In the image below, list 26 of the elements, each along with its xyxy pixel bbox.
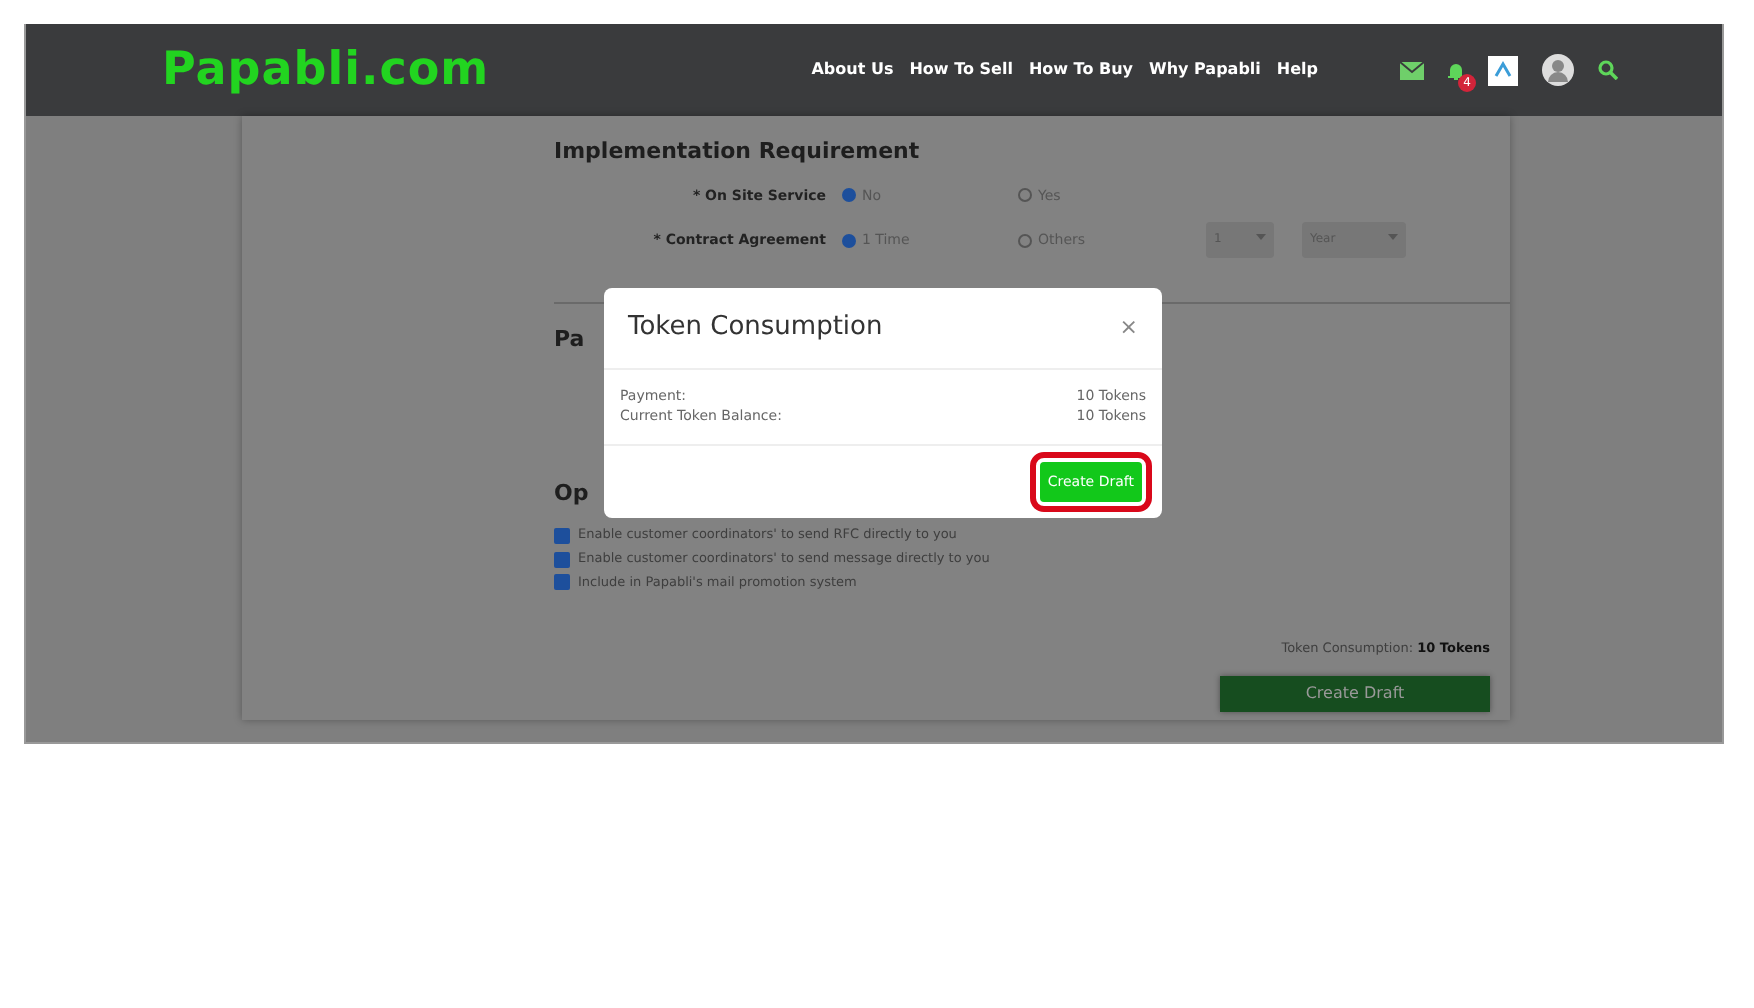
mail-icon[interactable] bbox=[1400, 61, 1424, 79]
section-title: Op bbox=[554, 477, 589, 509]
nav-link[interactable]: How To Sell bbox=[909, 58, 1013, 82]
nav-link[interactable]: Why Papabli bbox=[1149, 58, 1261, 82]
chevron-up-icon[interactable] bbox=[1488, 55, 1518, 85]
nav-link[interactable]: How To Buy bbox=[1028, 58, 1133, 82]
site-logo[interactable]: Papabli.com bbox=[162, 35, 490, 105]
caret-icon bbox=[1256, 234, 1266, 240]
avatar-icon[interactable] bbox=[1542, 54, 1574, 86]
nav-link[interactable]: Help bbox=[1276, 58, 1318, 82]
caret-icon bbox=[1388, 234, 1398, 240]
create-draft-button[interactable]: Create Draft bbox=[1220, 676, 1490, 712]
radio-button[interactable] bbox=[1018, 233, 1032, 247]
nav-link[interactable]: About Us bbox=[811, 58, 894, 82]
radio-button[interactable] bbox=[842, 188, 856, 203]
section-title: Pa bbox=[554, 324, 585, 356]
radio-button[interactable] bbox=[1018, 188, 1032, 203]
close-button[interactable]: × bbox=[1119, 316, 1138, 339]
checkbox[interactable] bbox=[554, 527, 570, 544]
modal-title: Token Consumption bbox=[628, 310, 883, 346]
checkbox[interactable] bbox=[554, 574, 570, 591]
checkbox[interactable] bbox=[554, 551, 570, 568]
search-icon[interactable] bbox=[1598, 60, 1618, 80]
bell-icon[interactable] bbox=[1448, 61, 1464, 79]
radio-button[interactable] bbox=[842, 233, 856, 247]
section-title: Implementation Requirement bbox=[554, 136, 920, 168]
